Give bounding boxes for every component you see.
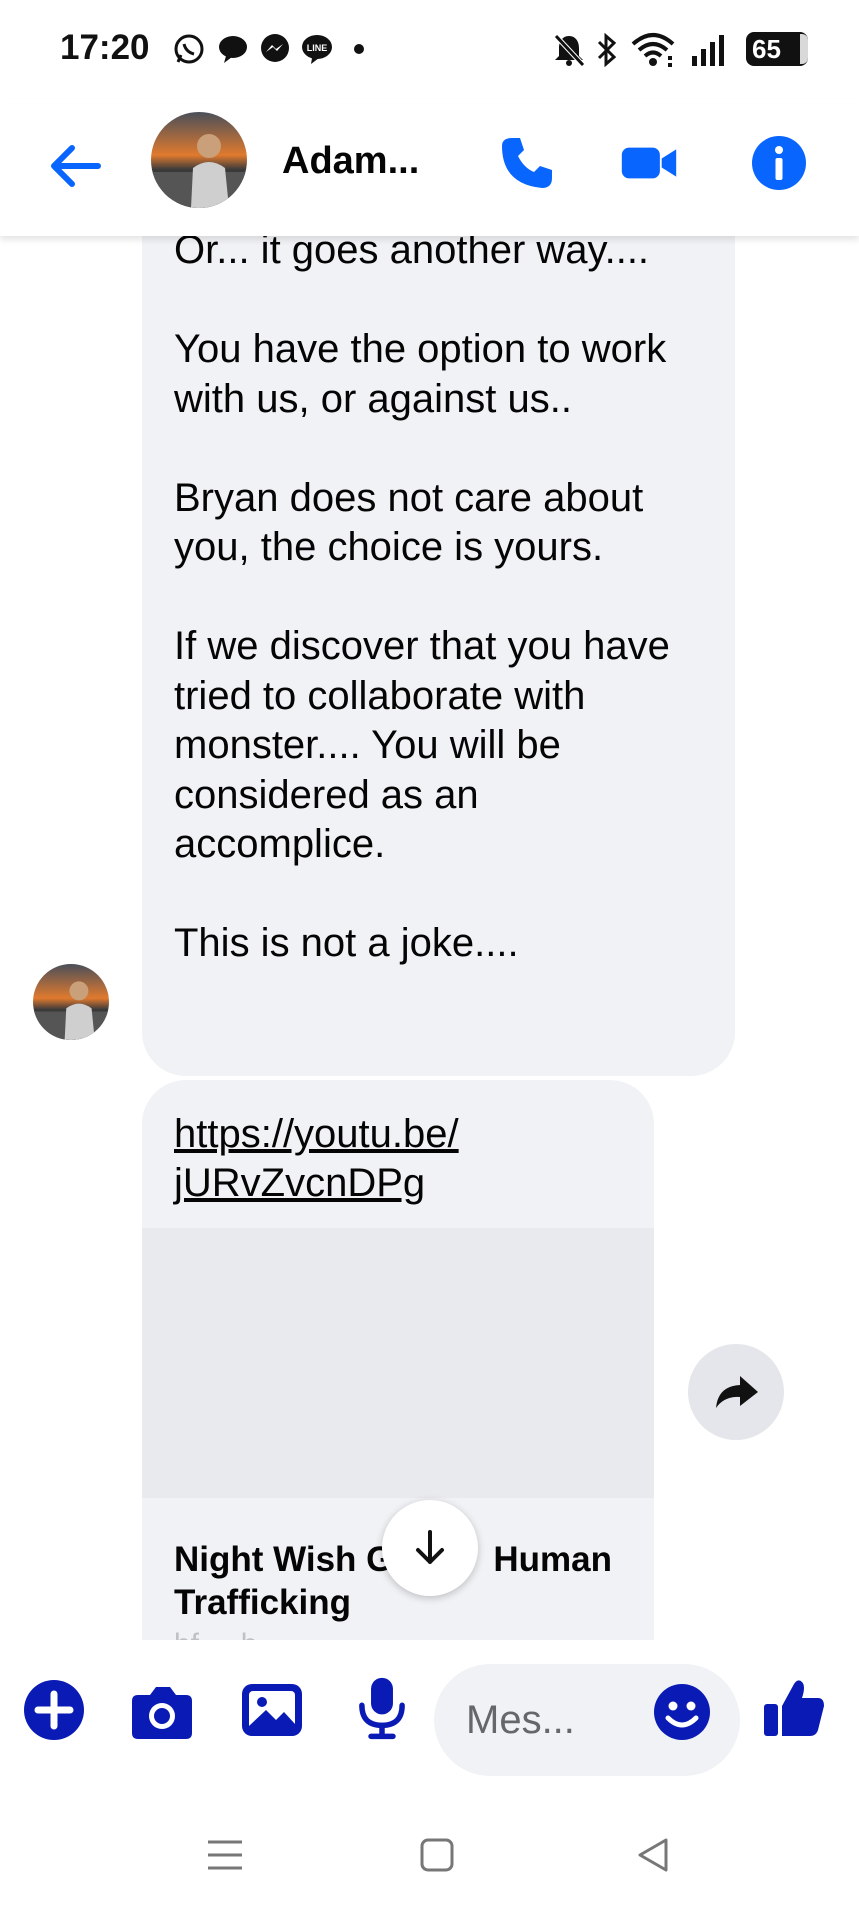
line-icon: LINE: [302, 35, 332, 64]
back-icon[interactable]: [628, 1830, 678, 1880]
plus-icon[interactable]: [22, 1678, 86, 1742]
message-list[interactable]: Or... it goes another way.... You have t…: [0, 236, 859, 1640]
video-icon[interactable]: [620, 134, 678, 192]
emoji-icon[interactable]: [652, 1682, 712, 1742]
image-icon[interactable]: [240, 1678, 304, 1742]
composer-bar: Mes...: [0, 1640, 859, 1776]
home-icon[interactable]: [412, 1830, 462, 1880]
system-nav-bar: [0, 1800, 859, 1920]
battery-indicator: 65: [746, 32, 808, 66]
link-title-left: Night Wish G: [174, 1540, 394, 1579]
bluetooth-icon: [597, 32, 617, 68]
bell-off-icon: [554, 34, 585, 67]
message-text: Or... it goes another way.... You have t…: [174, 236, 670, 965]
contact-avatar[interactable]: [151, 112, 247, 208]
thumbs-up-icon[interactable]: [762, 1676, 826, 1740]
contact-name[interactable]: Adam...: [282, 140, 419, 183]
info-icon[interactable]: [750, 134, 808, 192]
link-url[interactable]: https://youtu.be/ jURvZvcnDPg: [174, 1110, 459, 1208]
svg-text:LINE: LINE: [307, 43, 328, 53]
camera-icon[interactable]: [130, 1680, 194, 1744]
share-arrow-icon: [716, 1376, 758, 1408]
messenger-icon: [261, 34, 289, 62]
incoming-message-bubble[interactable]: Or... it goes another way.... You have t…: [142, 236, 735, 1076]
message-input-placeholder: Mes...: [466, 1698, 575, 1742]
conversation-header: Adam...: [0, 100, 859, 236]
phone-icon[interactable]: [498, 134, 556, 192]
wifi-icon: [631, 33, 675, 67]
chat-bubble-icon: [219, 36, 247, 63]
arrow-down-icon: [416, 1530, 444, 1564]
link-subtitle: bf ... b ...: [174, 1628, 291, 1640]
status-bar: 17:20 LINE 65: [0, 0, 859, 100]
link-title-right: Human: [493, 1540, 613, 1579]
sender-avatar[interactable]: [33, 964, 109, 1040]
battery-level: 65: [752, 34, 781, 64]
scroll-to-bottom-button[interactable]: [382, 1500, 478, 1596]
dot-icon: [354, 44, 364, 54]
share-button[interactable]: [688, 1344, 784, 1440]
battery-tip: [800, 34, 808, 64]
whatsapp-icon: [174, 34, 204, 64]
status-time: 17:20: [60, 28, 150, 67]
menu-icon[interactable]: [200, 1830, 250, 1880]
link-title-line2: Trafficking: [174, 1583, 351, 1622]
microphone-icon[interactable]: [350, 1676, 414, 1740]
back-arrow-icon[interactable]: [46, 136, 106, 196]
signal-icon: [692, 35, 724, 66]
link-thumbnail[interactable]: [142, 1228, 654, 1498]
